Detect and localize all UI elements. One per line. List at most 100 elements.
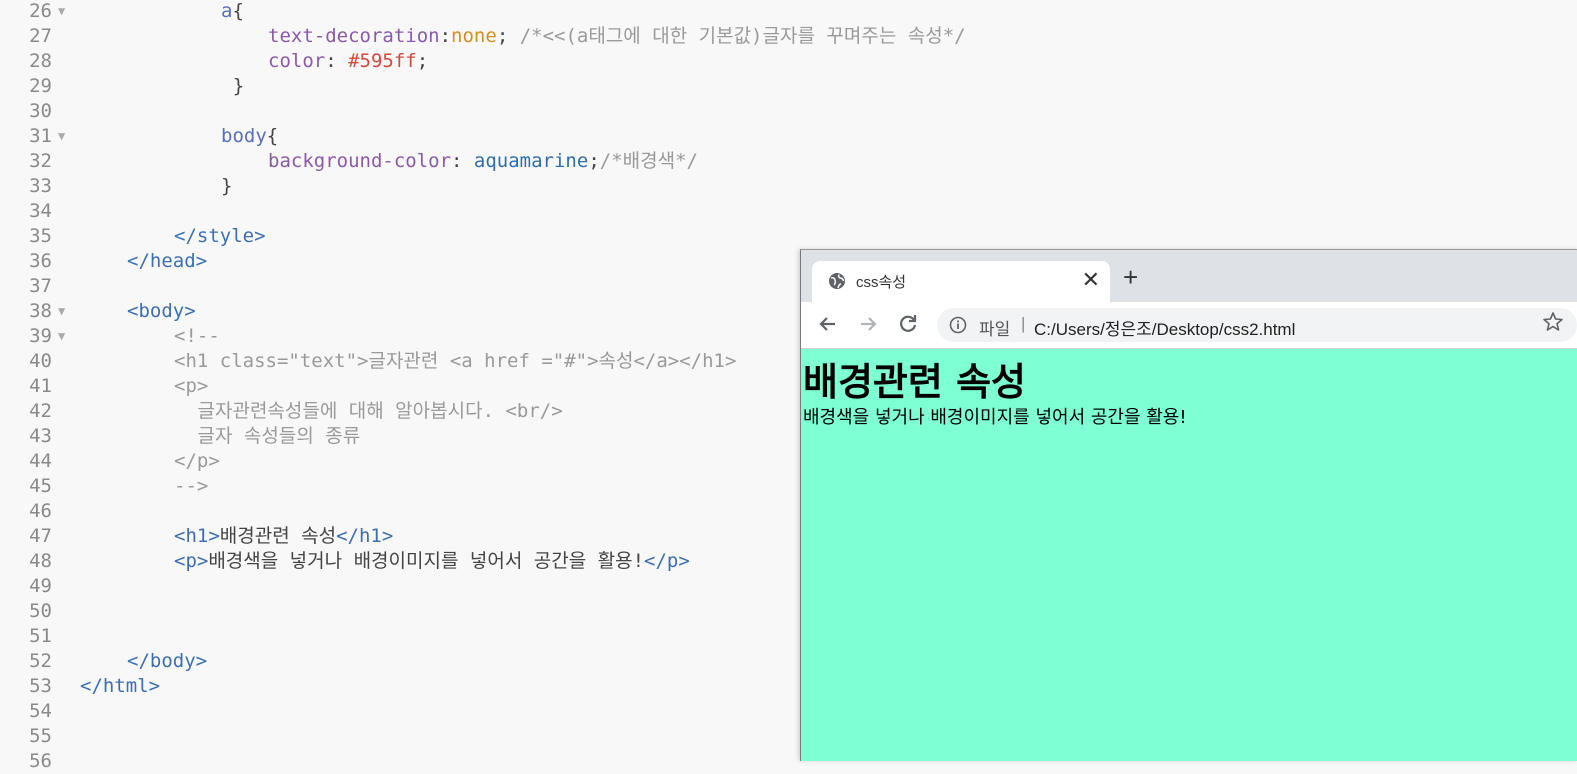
code-token: {	[266, 125, 279, 147]
file-scheme-label: 파일	[979, 320, 1011, 339]
address-bar[interactable]: 파일 | C:/Users/정은조/Desktop/css2.html	[937, 308, 1577, 342]
browser-window: css속성 ✕ + 파일 | C:/Users/정은조/Desktop/css2…	[800, 249, 1577, 761]
line-number: 55	[29, 725, 52, 747]
code-token: </html>	[80, 675, 161, 697]
code-token: :	[325, 50, 349, 72]
forward-arrow-icon[interactable]	[855, 311, 881, 337]
code-token: 배경관련 속성	[219, 525, 337, 547]
code-text: a{	[221, 0, 244, 24]
new-tab-icon[interactable]: +	[1123, 264, 1138, 290]
code-token: :	[439, 25, 452, 47]
code-token: <!--	[174, 325, 220, 347]
code-line[interactable]: 30	[0, 99, 1577, 124]
code-token: </p>	[644, 550, 690, 572]
code-token: -->	[174, 475, 209, 497]
back-arrow-icon[interactable]	[815, 311, 841, 337]
code-text: }	[233, 74, 244, 99]
code-token: none	[451, 25, 497, 47]
line-number: 48	[29, 550, 52, 572]
code-line[interactable]: 35 </style>	[0, 224, 1577, 249]
code-line[interactable]: 32 background-color: aquamarine;/*배경색*/	[0, 149, 1577, 174]
code-line[interactable]: 34	[0, 199, 1577, 224]
line-number: 34	[29, 200, 52, 222]
code-line[interactable]: 26 ▼ a{	[0, 0, 1577, 24]
code-token: </h1>	[336, 525, 394, 547]
code-token: </style>	[174, 225, 266, 247]
bookmark-star-icon[interactable]	[1542, 311, 1564, 333]
address-separator: |	[1021, 314, 1026, 333]
line-number: 38	[29, 300, 52, 322]
reload-icon[interactable]	[895, 311, 921, 337]
code-line[interactable]: 33}	[0, 174, 1577, 199]
code-text: body{	[221, 124, 278, 149]
code-text: 글자 속성들의 종류	[198, 424, 361, 449]
globe-icon	[829, 273, 845, 289]
code-token: ;	[588, 150, 600, 172]
line-number: 51	[29, 625, 52, 647]
line-number: 41	[29, 375, 52, 397]
browser-tab[interactable]: css속성 ✕	[812, 261, 1110, 302]
line-number: 37	[29, 275, 52, 297]
code-text: </p>	[174, 449, 220, 474]
line-number: 27	[29, 25, 52, 47]
browser-toolbar: 파일 | C:/Users/정은조/Desktop/css2.html	[801, 302, 1577, 349]
line-number: 33	[29, 175, 52, 197]
code-line[interactable]: 28 color: #595ff;	[0, 49, 1577, 74]
tab-strip: css속성 ✕ +	[801, 250, 1577, 302]
code-text: <body>	[127, 299, 196, 324]
line-number: 45	[29, 475, 52, 497]
tab-title: css속성	[856, 274, 907, 291]
page-heading: 배경관련 속성	[803, 360, 1026, 404]
code-line[interactable]: 27 text-decoration:none; /*<<(a태그에 대한 기본값…	[0, 24, 1577, 49]
line-number: 50	[29, 600, 52, 622]
line-number: 56	[29, 750, 52, 772]
code-token: color	[268, 50, 326, 72]
line-number: 35	[29, 225, 52, 247]
code-text: </style>	[174, 224, 266, 249]
line-number: 31	[29, 125, 52, 147]
fold-arrow-icon[interactable]: ▼	[58, 299, 72, 324]
info-icon[interactable]	[949, 316, 967, 334]
code-token: ;	[416, 50, 429, 72]
page-paragraph: 배경색을 넣거나 배경이미지를 넣어서 공간을 활용!	[803, 407, 1187, 428]
code-text: -->	[174, 474, 208, 499]
fold-arrow-icon[interactable]: ▼	[58, 324, 72, 349]
code-token: 글자관련속성들에 대해 알아봅시다. <br/>	[197, 400, 563, 422]
code-line[interactable]: 31 ▼ body{	[0, 124, 1577, 149]
code-text: }	[221, 174, 232, 199]
code-token: :	[451, 150, 474, 172]
code-text: <p>	[174, 374, 208, 399]
fold-arrow-icon[interactable]: ▼	[58, 0, 72, 24]
line-number: 54	[29, 700, 52, 722]
fold-arrow-icon[interactable]: ▼	[58, 124, 72, 149]
code-text: <h1 class="text">글자관련 <a href ="#">속성</a…	[174, 349, 736, 374]
code-line[interactable]: 29}	[0, 74, 1577, 99]
code-token: ;	[496, 25, 520, 47]
line-number: 52	[29, 650, 52, 672]
code-token: </head>	[127, 250, 208, 272]
code-token: <p>	[174, 375, 209, 397]
code-token: /*<<(a태그에 대한 기본값)글자를 꾸며주는 속성*/	[519, 25, 966, 47]
code-token: </body>	[127, 650, 208, 672]
code-token: 배경색을 넣거나 배경이미지를 넣어서 공간을 활용!	[208, 550, 645, 572]
code-text: <p>배경색을 넣거나 배경이미지를 넣어서 공간을 활용!</p>	[174, 549, 690, 574]
code-token: a	[221, 0, 233, 22]
line-number: 42	[29, 400, 52, 422]
url-text[interactable]: C:/Users/정은조/Desktop/css2.html	[1034, 315, 1295, 340]
line-number: 29	[29, 75, 52, 97]
close-tab-icon[interactable]: ✕	[1082, 267, 1100, 293]
code-token: <h1>	[174, 525, 220, 547]
line-number: 47	[29, 525, 52, 547]
code-text: text-decoration:none; /*<<(a태그에 대한 기본값)글…	[268, 24, 966, 49]
page-viewport: 배경관련 속성 배경색을 넣거나 배경이미지를 넣어서 공간을 활용!	[801, 349, 1577, 761]
code-text: </head>	[127, 249, 207, 274]
line-number: 49	[29, 575, 52, 597]
line-number: 26	[29, 0, 52, 22]
code-token: <body>	[127, 300, 196, 322]
line-number: 40	[29, 350, 52, 372]
line-number: 53	[29, 675, 52, 697]
code-token: #595ff	[348, 50, 417, 72]
code-token: <h1 class="text">글자관련 <a href ="#">속성</a…	[174, 350, 737, 372]
line-number: 28	[29, 50, 52, 72]
code-token: body	[221, 125, 267, 147]
